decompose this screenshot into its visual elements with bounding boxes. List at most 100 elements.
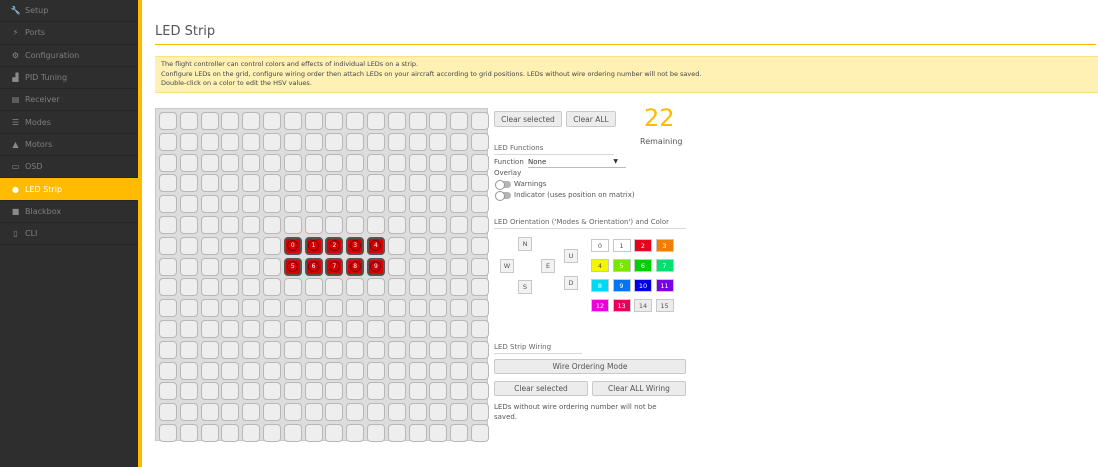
led-cell[interactable] (283, 278, 302, 297)
color-swatch-6[interactable]: 6 (634, 259, 652, 272)
color-swatch-1[interactable]: 1 (612, 239, 631, 252)
led-cell[interactable] (470, 257, 489, 276)
led-cell[interactable] (242, 423, 261, 442)
led-cell[interactable] (262, 319, 281, 338)
color-swatch-11[interactable]: 11 (655, 279, 674, 292)
direction-south-button[interactable]: S (518, 280, 532, 294)
led-cell[interactable] (346, 174, 365, 193)
led-cell[interactable] (200, 153, 219, 172)
led-cell[interactable] (408, 403, 427, 422)
led-cell[interactable] (221, 403, 240, 422)
led-cell[interactable] (346, 112, 365, 130)
led-cell[interactable] (346, 153, 365, 172)
led-cell[interactable] (221, 257, 240, 276)
led-cell-assigned[interactable]: 4 (366, 236, 385, 255)
led-cell[interactable] (283, 174, 302, 193)
led-cell[interactable] (346, 278, 365, 297)
led-cell[interactable] (450, 403, 469, 422)
led-cell[interactable] (346, 423, 365, 442)
led-cell[interactable] (200, 299, 219, 318)
led-cell[interactable] (262, 382, 281, 401)
led-cell[interactable] (242, 153, 261, 172)
led-cell[interactable] (262, 112, 281, 130)
led-cell[interactable] (200, 236, 219, 255)
led-cell[interactable] (262, 174, 281, 193)
led-cell[interactable] (200, 132, 219, 151)
led-cell[interactable] (242, 299, 261, 318)
led-cell[interactable] (470, 340, 489, 359)
led-cell[interactable] (450, 257, 469, 276)
led-cell[interactable] (200, 423, 219, 442)
led-cell-assigned[interactable]: 0 (283, 236, 302, 255)
led-cell[interactable] (283, 112, 302, 130)
led-cell[interactable] (242, 382, 261, 401)
led-cell[interactable] (159, 257, 177, 276)
led-cell[interactable] (387, 319, 406, 338)
led-cell[interactable] (366, 299, 385, 318)
led-cell[interactable] (304, 299, 323, 318)
color-swatch-14[interactable]: 14 (634, 299, 652, 312)
led-cell[interactable] (325, 174, 344, 193)
led-cell[interactable] (325, 299, 344, 318)
led-cell[interactable] (387, 403, 406, 422)
led-cell[interactable] (159, 299, 177, 318)
led-cell[interactable] (366, 382, 385, 401)
color-swatch-12[interactable]: 12 (591, 299, 609, 312)
led-cell[interactable] (242, 174, 261, 193)
led-cell[interactable] (283, 215, 302, 234)
led-cell[interactable] (429, 153, 448, 172)
led-cell[interactable] (429, 112, 448, 130)
led-cell[interactable] (366, 423, 385, 442)
led-cell[interactable] (179, 112, 198, 130)
color-swatch-8[interactable]: 8 (591, 279, 609, 292)
led-cell[interactable] (179, 340, 198, 359)
led-cell[interactable] (429, 215, 448, 234)
led-cell[interactable] (450, 215, 469, 234)
led-cell[interactable] (304, 423, 323, 442)
led-cell[interactable] (429, 340, 448, 359)
led-cell[interactable] (262, 299, 281, 318)
led-cell[interactable] (387, 132, 406, 151)
led-cell[interactable] (470, 403, 489, 422)
led-cell[interactable] (262, 236, 281, 255)
led-cell[interactable] (450, 236, 469, 255)
led-cell[interactable] (450, 112, 469, 130)
led-cell[interactable] (262, 403, 281, 422)
led-cell[interactable] (221, 174, 240, 193)
led-cell[interactable] (325, 112, 344, 130)
led-cell[interactable] (366, 278, 385, 297)
led-cell[interactable] (242, 278, 261, 297)
led-cell[interactable] (387, 382, 406, 401)
sidebar-item-led-strip[interactable]: ● LED Strip (0, 178, 138, 201)
led-cell[interactable] (242, 319, 261, 338)
led-cell[interactable] (304, 153, 323, 172)
led-cell[interactable] (221, 236, 240, 255)
led-cell[interactable] (346, 215, 365, 234)
led-cell[interactable] (200, 319, 219, 338)
led-cell[interactable] (179, 423, 198, 442)
led-cell[interactable] (366, 174, 385, 193)
led-cell[interactable] (200, 174, 219, 193)
led-cell[interactable] (366, 340, 385, 359)
led-cell[interactable] (470, 112, 489, 130)
led-cell[interactable] (283, 132, 302, 151)
led-cell[interactable] (408, 215, 427, 234)
led-cell-assigned[interactable]: 2 (325, 236, 344, 255)
led-cell[interactable] (450, 195, 469, 214)
led-cell[interactable] (408, 236, 427, 255)
led-cell[interactable] (179, 257, 198, 276)
led-cell[interactable] (470, 195, 489, 214)
led-cell[interactable] (242, 403, 261, 422)
led-cell[interactable] (429, 299, 448, 318)
led-cell[interactable] (304, 195, 323, 214)
led-cell[interactable] (159, 112, 177, 130)
led-cell[interactable] (283, 340, 302, 359)
led-cell[interactable] (242, 215, 261, 234)
clear-selected-button[interactable]: Clear selected (494, 111, 562, 127)
led-cell[interactable] (429, 278, 448, 297)
led-cell[interactable] (262, 153, 281, 172)
led-cell[interactable] (470, 299, 489, 318)
led-cell[interactable] (325, 403, 344, 422)
led-cell[interactable] (262, 361, 281, 380)
led-cell[interactable] (283, 299, 302, 318)
